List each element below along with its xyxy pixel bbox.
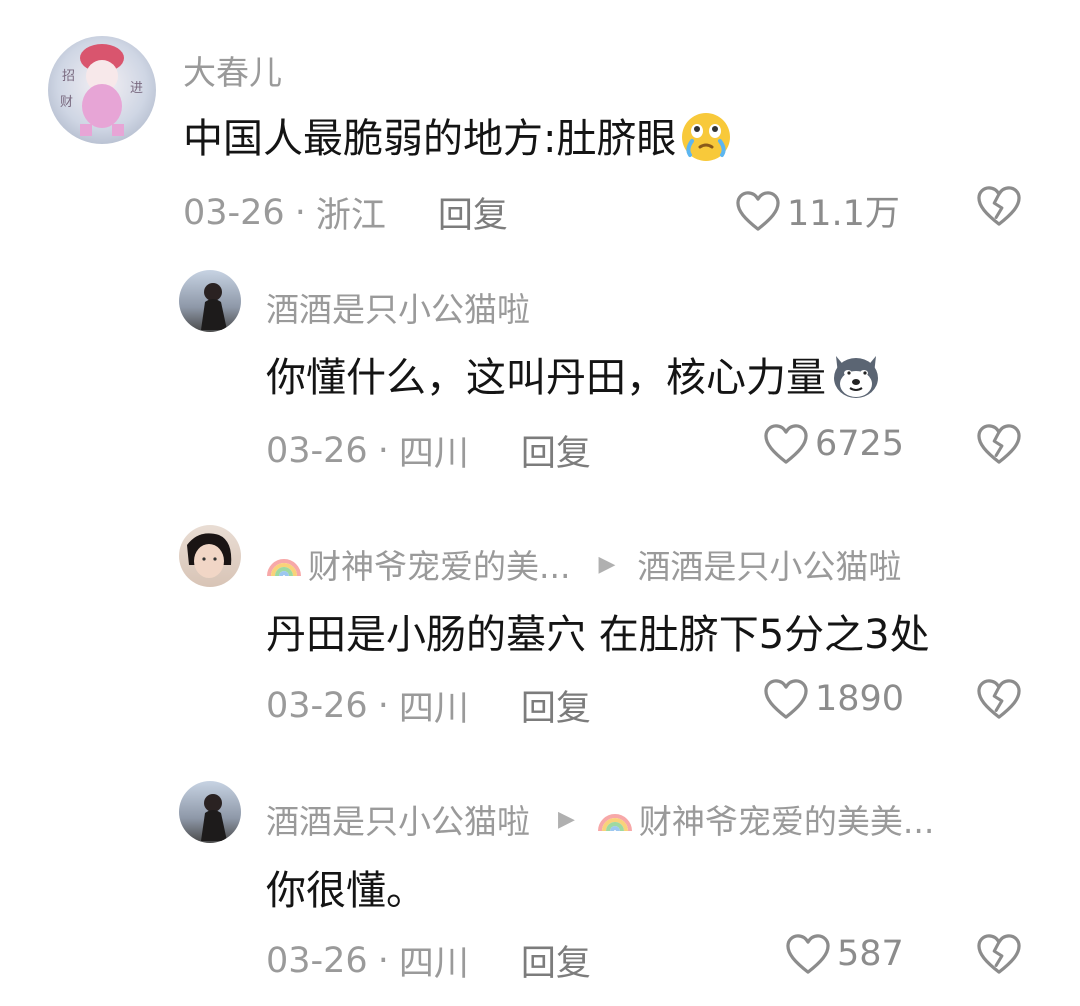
broken-heart-icon[interactable]	[976, 423, 1022, 465]
broken-heart-icon[interactable]	[976, 933, 1022, 975]
comment-text: 丹田是小肠的墓穴 在肚脐下5分之3处	[266, 602, 930, 660]
comment-text: 你很懂。	[266, 858, 426, 916]
comment-location: 四川	[398, 434, 469, 474]
comment-location: 四川	[398, 944, 469, 984]
like-button[interactable]: 11.1万	[735, 185, 900, 236]
broken-heart-icon[interactable]	[976, 678, 1022, 720]
comment-author: 大春儿	[183, 46, 282, 94]
reply-to-name[interactable]: 财神爷宠爱的美美...	[639, 795, 934, 843]
rainbow-icon	[266, 546, 302, 582]
comment-author: 酒酒是只小公猫啦	[266, 283, 530, 331]
author-name[interactable]: 酒酒是只小公猫啦	[266, 283, 530, 331]
comment-text-content: 你懂什么，这叫丹田，核心力量	[266, 355, 826, 401]
heart-outline-icon	[735, 190, 781, 232]
reply-to-name[interactable]: 酒酒是只小公猫啦	[637, 540, 901, 588]
comment-meta: 03-26 · 四川 回复	[266, 680, 591, 731]
like-button[interactable]: 6725	[763, 423, 904, 465]
avatar[interactable]: 招 财 进	[48, 36, 156, 144]
comment-meta: 03-26 · 四川 回复	[266, 425, 591, 476]
comment-location: 浙江	[315, 196, 386, 236]
husky-dog-emoji-icon	[834, 356, 878, 398]
comment-date: 03-26	[266, 685, 368, 726]
avatar[interactable]	[179, 781, 241, 843]
avatar-text: 财	[60, 95, 73, 110]
reply-button[interactable]: 回复	[521, 680, 591, 731]
avatar[interactable]	[179, 270, 241, 332]
comment-meta: 03-26 · 四川 回复	[266, 935, 591, 986]
comment-meta: 03-26 · 浙江 回复	[183, 187, 508, 238]
like-count: 11.1万	[787, 194, 900, 234]
comment-text-content: 中国人最脆弱的地方:肚脐眼	[183, 116, 677, 162]
rainbow-icon	[597, 801, 633, 837]
triangle-right-icon: ▶	[558, 806, 575, 832]
crying-laugh-emoji-icon	[682, 113, 731, 161]
comment-text: 你懂什么，这叫丹田，核心力量	[266, 345, 884, 403]
like-count: 587	[837, 934, 904, 974]
meta-separator: ·	[377, 685, 389, 726]
broken-heart-icon[interactable]	[976, 185, 1022, 227]
comment-date: 03-26	[266, 940, 368, 981]
heart-outline-icon	[763, 423, 809, 465]
like-button[interactable]: 587	[785, 933, 904, 975]
comment-date: 03-26	[183, 192, 285, 233]
reply-button[interactable]: 回复	[521, 935, 591, 986]
avatar-text: 招	[62, 69, 75, 84]
author-name[interactable]: 大春儿	[183, 46, 282, 94]
avatar[interactable]	[179, 525, 241, 587]
comment-author: 财神爷宠爱的美... ▶ 酒酒是只小公猫啦	[266, 540, 901, 588]
like-count: 6725	[815, 424, 905, 464]
heart-outline-icon	[785, 933, 831, 975]
avatar-text: 进	[130, 81, 143, 96]
comment-location: 四川	[398, 689, 469, 729]
reply-button[interactable]: 回复	[438, 187, 508, 238]
meta-separator: ·	[294, 192, 306, 233]
reply-button[interactable]: 回复	[521, 425, 591, 476]
comment-text: 中国人最脆弱的地方:肚脐眼	[183, 106, 734, 164]
meta-separator: ·	[377, 430, 389, 471]
meta-separator: ·	[377, 940, 389, 981]
comment-date: 03-26	[266, 430, 368, 471]
comment-text-content: 丹田是小肠的墓穴 在肚脐下5分之3处	[266, 612, 930, 658]
like-button[interactable]: 1890	[763, 678, 904, 720]
triangle-right-icon: ▶	[598, 551, 616, 577]
comment-author: 酒酒是只小公猫啦 ▶ 财神爷宠爱的美美...	[266, 795, 934, 843]
author-name[interactable]: 财神爷宠爱的美...	[308, 540, 570, 588]
author-name[interactable]: 酒酒是只小公猫啦	[266, 795, 530, 843]
comment-text-content: 你很懂。	[266, 868, 426, 914]
like-count: 1890	[815, 679, 905, 719]
heart-outline-icon	[763, 678, 809, 720]
